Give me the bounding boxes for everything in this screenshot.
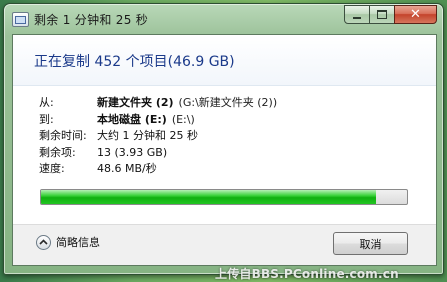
minimize-icon bbox=[353, 16, 361, 19]
time-remaining-value: 大约 1 分钟和 25 秒 bbox=[97, 129, 198, 143]
copy-progress-bar bbox=[40, 189, 408, 205]
window-title: 剩余 1 分钟和 25 秒 bbox=[34, 13, 149, 27]
dialog-footer: 简略信息 取消 bbox=[13, 224, 436, 265]
to-folder-path: (E:\) bbox=[171, 112, 195, 126]
title-bar[interactable]: 剩余 1 分钟和 25 秒 ✕ bbox=[4, 4, 443, 34]
minimize-button[interactable] bbox=[344, 5, 370, 24]
header-band: 正在复制 452 个项目(46.9 GB) bbox=[13, 35, 436, 86]
watermark-text: 上传自BBS.PConline.com.cn bbox=[215, 267, 399, 281]
from-row: 从: 新建文件夹 (2) (G:\新建文件夹 (2)) bbox=[39, 95, 277, 112]
copy-details: 从: 新建文件夹 (2) (G:\新建文件夹 (2)) 到: 本地磁盘 (E:)… bbox=[39, 95, 277, 178]
fewer-details-label: 简略信息 bbox=[56, 236, 100, 249]
items-remaining-row: 剩余项: 13 (3.93 GB) bbox=[39, 145, 277, 162]
close-icon: ✕ bbox=[410, 7, 421, 22]
copy-heading: 正在复制 452 个项目(46.9 GB) bbox=[34, 54, 235, 70]
progress-fill bbox=[41, 190, 377, 204]
maximize-button[interactable] bbox=[369, 5, 395, 24]
cancel-button[interactable]: 取消 bbox=[333, 232, 408, 255]
from-folder-path: (G:\新建文件夹 (2)) bbox=[178, 96, 278, 109]
speed-value: 48.6 MB/秒 bbox=[97, 162, 157, 176]
dialog-content: 正在复制 452 个项目(46.9 GB) 从: 新建文件夹 (2) (G:\新… bbox=[12, 34, 437, 266]
speed-label: 速度: bbox=[39, 162, 65, 176]
from-folder-name[interactable]: 新建文件夹 (2) bbox=[97, 95, 174, 112]
time-remaining-label: 剩余时间: bbox=[39, 129, 87, 143]
caption-buttons: ✕ bbox=[344, 5, 437, 24]
to-label: 到: bbox=[39, 112, 54, 126]
to-folder-name[interactable]: 本地磁盘 (E:) bbox=[97, 112, 167, 129]
items-remaining-label: 剩余项: bbox=[39, 145, 76, 159]
from-label: 从: bbox=[39, 96, 54, 109]
speed-row: 速度: 48.6 MB/秒 bbox=[39, 161, 277, 178]
time-remaining-row: 剩余时间: 大约 1 分钟和 25 秒 bbox=[39, 128, 277, 145]
chevron-up-icon bbox=[36, 234, 51, 250]
maximize-icon bbox=[377, 10, 387, 19]
close-button[interactable]: ✕ bbox=[394, 5, 437, 24]
to-row: 到: 本地磁盘 (E:) (E:\) bbox=[39, 112, 277, 129]
copy-dialog-window: 剩余 1 分钟和 25 秒 ✕ 正在复制 452 个项目(46.9 GB) 从:… bbox=[3, 3, 444, 275]
items-remaining-value: 13 (3.93 GB) bbox=[97, 145, 168, 159]
fewer-details-toggle[interactable]: 简略信息 bbox=[36, 234, 100, 250]
copy-window-icon bbox=[12, 12, 29, 27]
